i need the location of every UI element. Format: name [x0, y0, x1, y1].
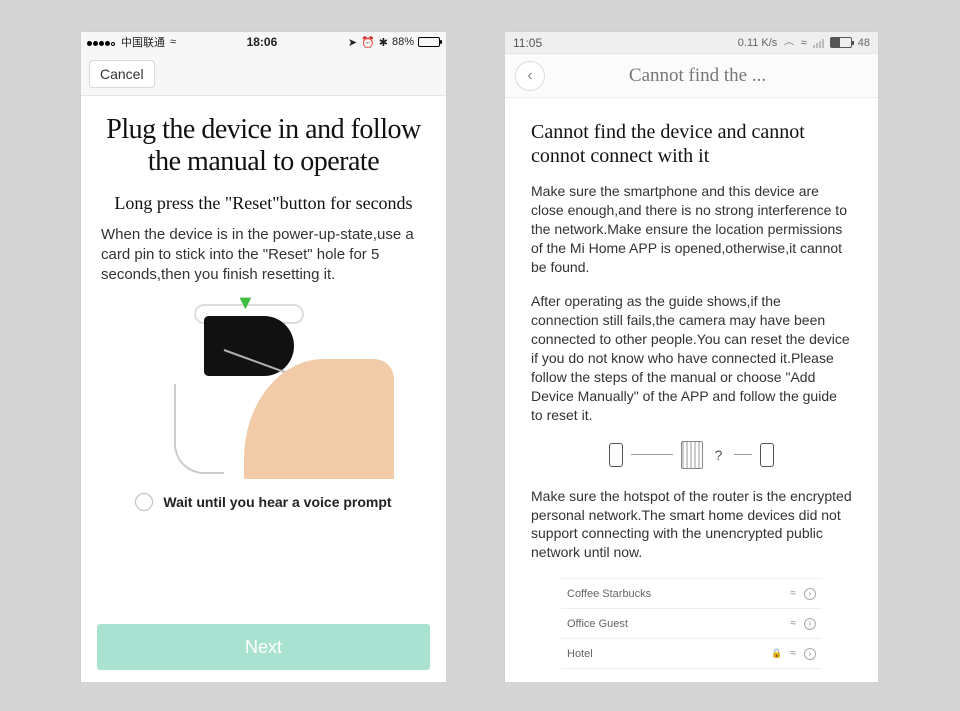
signal-dots-icon — [87, 35, 116, 49]
radio-icon[interactable] — [135, 493, 153, 511]
page-subtitle: Long press the "Reset"button for seconds — [101, 192, 426, 215]
back-button[interactable]: ‹ — [515, 61, 545, 91]
router-icon — [681, 441, 703, 469]
android-nav-bar: ‹ Cannot find the ... — [505, 54, 878, 98]
instruction-body: When the device is in the power-up-state… — [101, 225, 426, 286]
ios-status-bar: 中国联通 ≈ 18:06 ➤ ⏰ ✱ 88% — [81, 32, 446, 52]
status-time: 11:05 — [513, 36, 542, 50]
help-title: Cannot find the device and cannot connot… — [531, 120, 852, 168]
chevron-right-icon: › — [804, 648, 816, 660]
wifi-item[interactable]: Office Guest ≈ › — [561, 609, 822, 639]
phone-icon — [760, 443, 774, 467]
help-para-1: Make sure the smartphone and this device… — [531, 182, 852, 276]
status-time: 18:06 — [247, 35, 278, 49]
nav-title: Cannot find the ... — [557, 65, 868, 87]
wifi-name: Hotel — [567, 648, 593, 660]
ios-nav-bar: Cancel — [81, 52, 446, 96]
chevron-right-icon: › — [804, 588, 816, 600]
battery-icon — [418, 37, 440, 47]
phone-screenshot-left: 中国联通 ≈ 18:06 ➤ ⏰ ✱ 88% Cancel Plug the d… — [81, 32, 446, 682]
arrow-down-icon: ▼ — [236, 292, 256, 315]
radio-label: Wait until you hear a voice prompt — [163, 494, 391, 510]
question-icon: ? — [711, 447, 727, 463]
chevron-right-icon: › — [804, 618, 816, 630]
wifi-icon: ≈ — [791, 618, 797, 629]
next-button[interactable]: Next — [97, 624, 430, 670]
wifi-icon: ≈ — [791, 648, 797, 659]
wifi-icon: ≈ — [170, 36, 176, 48]
connection-diagram: ? — [531, 441, 852, 469]
wifi-icon: ≈ — [791, 588, 797, 599]
bluetooth-icon: ✱ — [379, 36, 388, 49]
battery-icon — [830, 37, 852, 48]
alarm-icon: ⏰ — [361, 36, 375, 49]
net-speed: 0.11 K/s — [738, 37, 778, 49]
bluetooth-icon: ෴ — [783, 35, 794, 50]
cancel-button[interactable]: Cancel — [89, 60, 155, 88]
lock-icon: 🔒 — [771, 648, 782, 659]
battery-pct: 88% — [392, 36, 414, 48]
location-icon: ➤ — [348, 36, 357, 49]
phone-screenshot-right: 11:05 0.11 K/s ෴ ≈ 48 ‹ Cannot find the … — [505, 32, 878, 682]
phone-icon — [609, 443, 623, 467]
help-para-2: After operating as the guide shows,if th… — [531, 292, 852, 424]
voice-prompt-option[interactable]: Wait until you hear a voice prompt — [101, 493, 426, 511]
wifi-item[interactable]: Coffee Starbucks ≈ › — [561, 579, 822, 609]
carrier-label: 中国联通 — [121, 34, 165, 50]
help-para-3: Make sure the hotspot of the router is t… — [531, 487, 852, 563]
main-content-right: Cannot find the device and cannot connot… — [505, 98, 878, 669]
main-content-left: Plug the device in and follow the manual… — [81, 96, 446, 511]
wifi-item[interactable]: Hotel 🔒 ≈ › — [561, 639, 822, 669]
battery-num: 48 — [858, 37, 870, 49]
wifi-list: Coffee Starbucks ≈ › Office Guest ≈ › Hote… — [561, 578, 822, 669]
wifi-name: Coffee Starbucks — [567, 588, 651, 600]
wifi-icon: ≈ — [801, 37, 807, 49]
android-status-bar: 11:05 0.11 K/s ෴ ≈ 48 — [505, 32, 878, 54]
chevron-left-icon: ‹ — [527, 67, 532, 85]
reset-illustration: ▼ — [134, 294, 394, 479]
signal-icon — [813, 38, 824, 48]
page-title: Plug the device in and follow the manual… — [101, 114, 426, 178]
wifi-name: Office Guest — [567, 618, 628, 630]
